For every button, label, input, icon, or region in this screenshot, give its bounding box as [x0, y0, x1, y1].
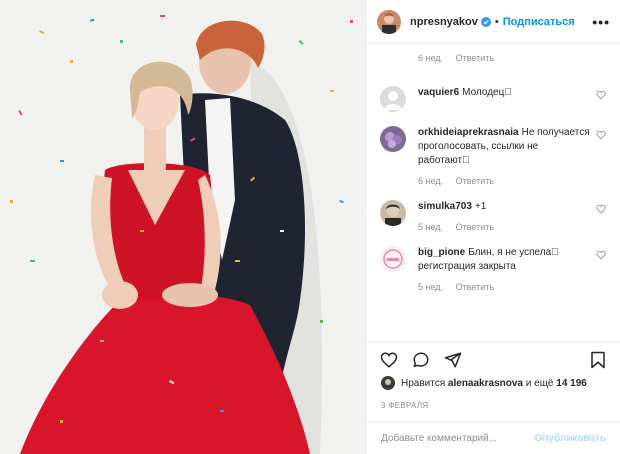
- like-comment-icon[interactable]: [596, 250, 606, 260]
- liker-username[interactable]: alenaakrasnova: [448, 378, 523, 389]
- like-comment-icon[interactable]: [596, 130, 606, 140]
- comment-item: big_pione Блин, я не успела  регистрация …: [367, 246, 620, 292]
- author-avatar[interactable]: [377, 9, 401, 34]
- comment-text: simulka703 +1: [418, 200, 590, 214]
- comment-item: simulka703 +1 5 нед. Ответить: [367, 200, 620, 232]
- comment-username[interactable]: big_pione: [418, 247, 465, 258]
- comment-meta: 5 нед. Ответить: [418, 222, 590, 232]
- reply-button[interactable]: Ответить: [456, 282, 494, 292]
- heart-icon[interactable]: [379, 350, 399, 370]
- comment-age: 6 нед.: [418, 176, 444, 186]
- comment-username[interactable]: vaquier6: [418, 87, 459, 98]
- comment-text: vaquier6 Молодец : [418, 86, 590, 100]
- author-username[interactable]: npresnyakov: [410, 16, 478, 28]
- commenter-avatar[interactable]: [380, 86, 406, 112]
- caption-reply-button[interactable]: Ответить: [456, 53, 494, 63]
- more-horizontal-icon[interactable]: •••: [592, 14, 610, 30]
- separator-dot: •: [494, 15, 499, 28]
- comment-meta: 6 нед. Ответить: [418, 176, 590, 186]
- comment-username[interactable]: simulka703: [418, 201, 472, 212]
- comments-list[interactable]: 6 нед. Ответить vaquier6 Молодец  orkhide…: [367, 45, 620, 341]
- post-sidebar: npresnyakov • Подписаться ••• 6 нед. Отв…: [366, 0, 620, 454]
- commenter-avatar[interactable]: [380, 200, 406, 226]
- comment-age: 5 нед.: [418, 222, 444, 232]
- likes-count[interactable]: 14 196: [556, 378, 587, 389]
- comment-item: orkhideiaprekrasnaia Не получается прогол…: [367, 126, 620, 186]
- comment-text: big_pione Блин, я не успела  регистрация …: [418, 246, 590, 274]
- post-image: [0, 0, 366, 454]
- like-comment-icon[interactable]: [596, 204, 606, 214]
- verified-icon: [480, 16, 491, 27]
- publish-button[interactable]: Опубликовать: [535, 433, 606, 444]
- comment-item: vaquier6 Молодец : [367, 86, 620, 112]
- comment-username[interactable]: orkhideiaprekrasnaia: [418, 127, 519, 138]
- commenter-avatar[interactable]: [380, 126, 406, 152]
- caption-meta: 6 нед. Ответить: [367, 45, 620, 63]
- likes-summary: Нравится alenaakrasnova и ещё 14 196: [381, 376, 610, 390]
- follow-button[interactable]: Подписаться: [503, 16, 575, 28]
- comment-composer: Опубликовать: [367, 422, 620, 454]
- share-icon[interactable]: [443, 350, 463, 370]
- bookmark-icon[interactable]: [588, 350, 608, 370]
- comment-body: Молодец : [462, 87, 512, 98]
- liker-avatar[interactable]: [381, 376, 395, 390]
- reply-button[interactable]: Ответить: [456, 222, 494, 232]
- comment-icon[interactable]: [411, 350, 431, 370]
- comment-text: orkhideiaprekrasnaia Не получается прогол…: [418, 126, 590, 168]
- like-comment-icon[interactable]: [596, 90, 606, 100]
- post-header: npresnyakov • Подписаться •••: [367, 0, 620, 44]
- comment-body: +1: [474, 201, 487, 212]
- caption-age: 6 нед.: [418, 53, 444, 63]
- post-actions: [367, 342, 620, 376]
- post-date[interactable]: 3 ФЕВРАЛЯ: [381, 401, 428, 410]
- reply-button[interactable]: Ответить: [456, 176, 494, 186]
- commenter-avatar[interactable]: [380, 246, 406, 272]
- comment-input[interactable]: [381, 433, 535, 444]
- likes-prefix: Нравится: [401, 377, 446, 389]
- comment-age: 5 нед.: [418, 282, 444, 292]
- post-photo[interactable]: [0, 0, 366, 454]
- comment-meta: 5 нед. Ответить: [418, 282, 590, 292]
- likes-middle: и ещё: [525, 377, 554, 389]
